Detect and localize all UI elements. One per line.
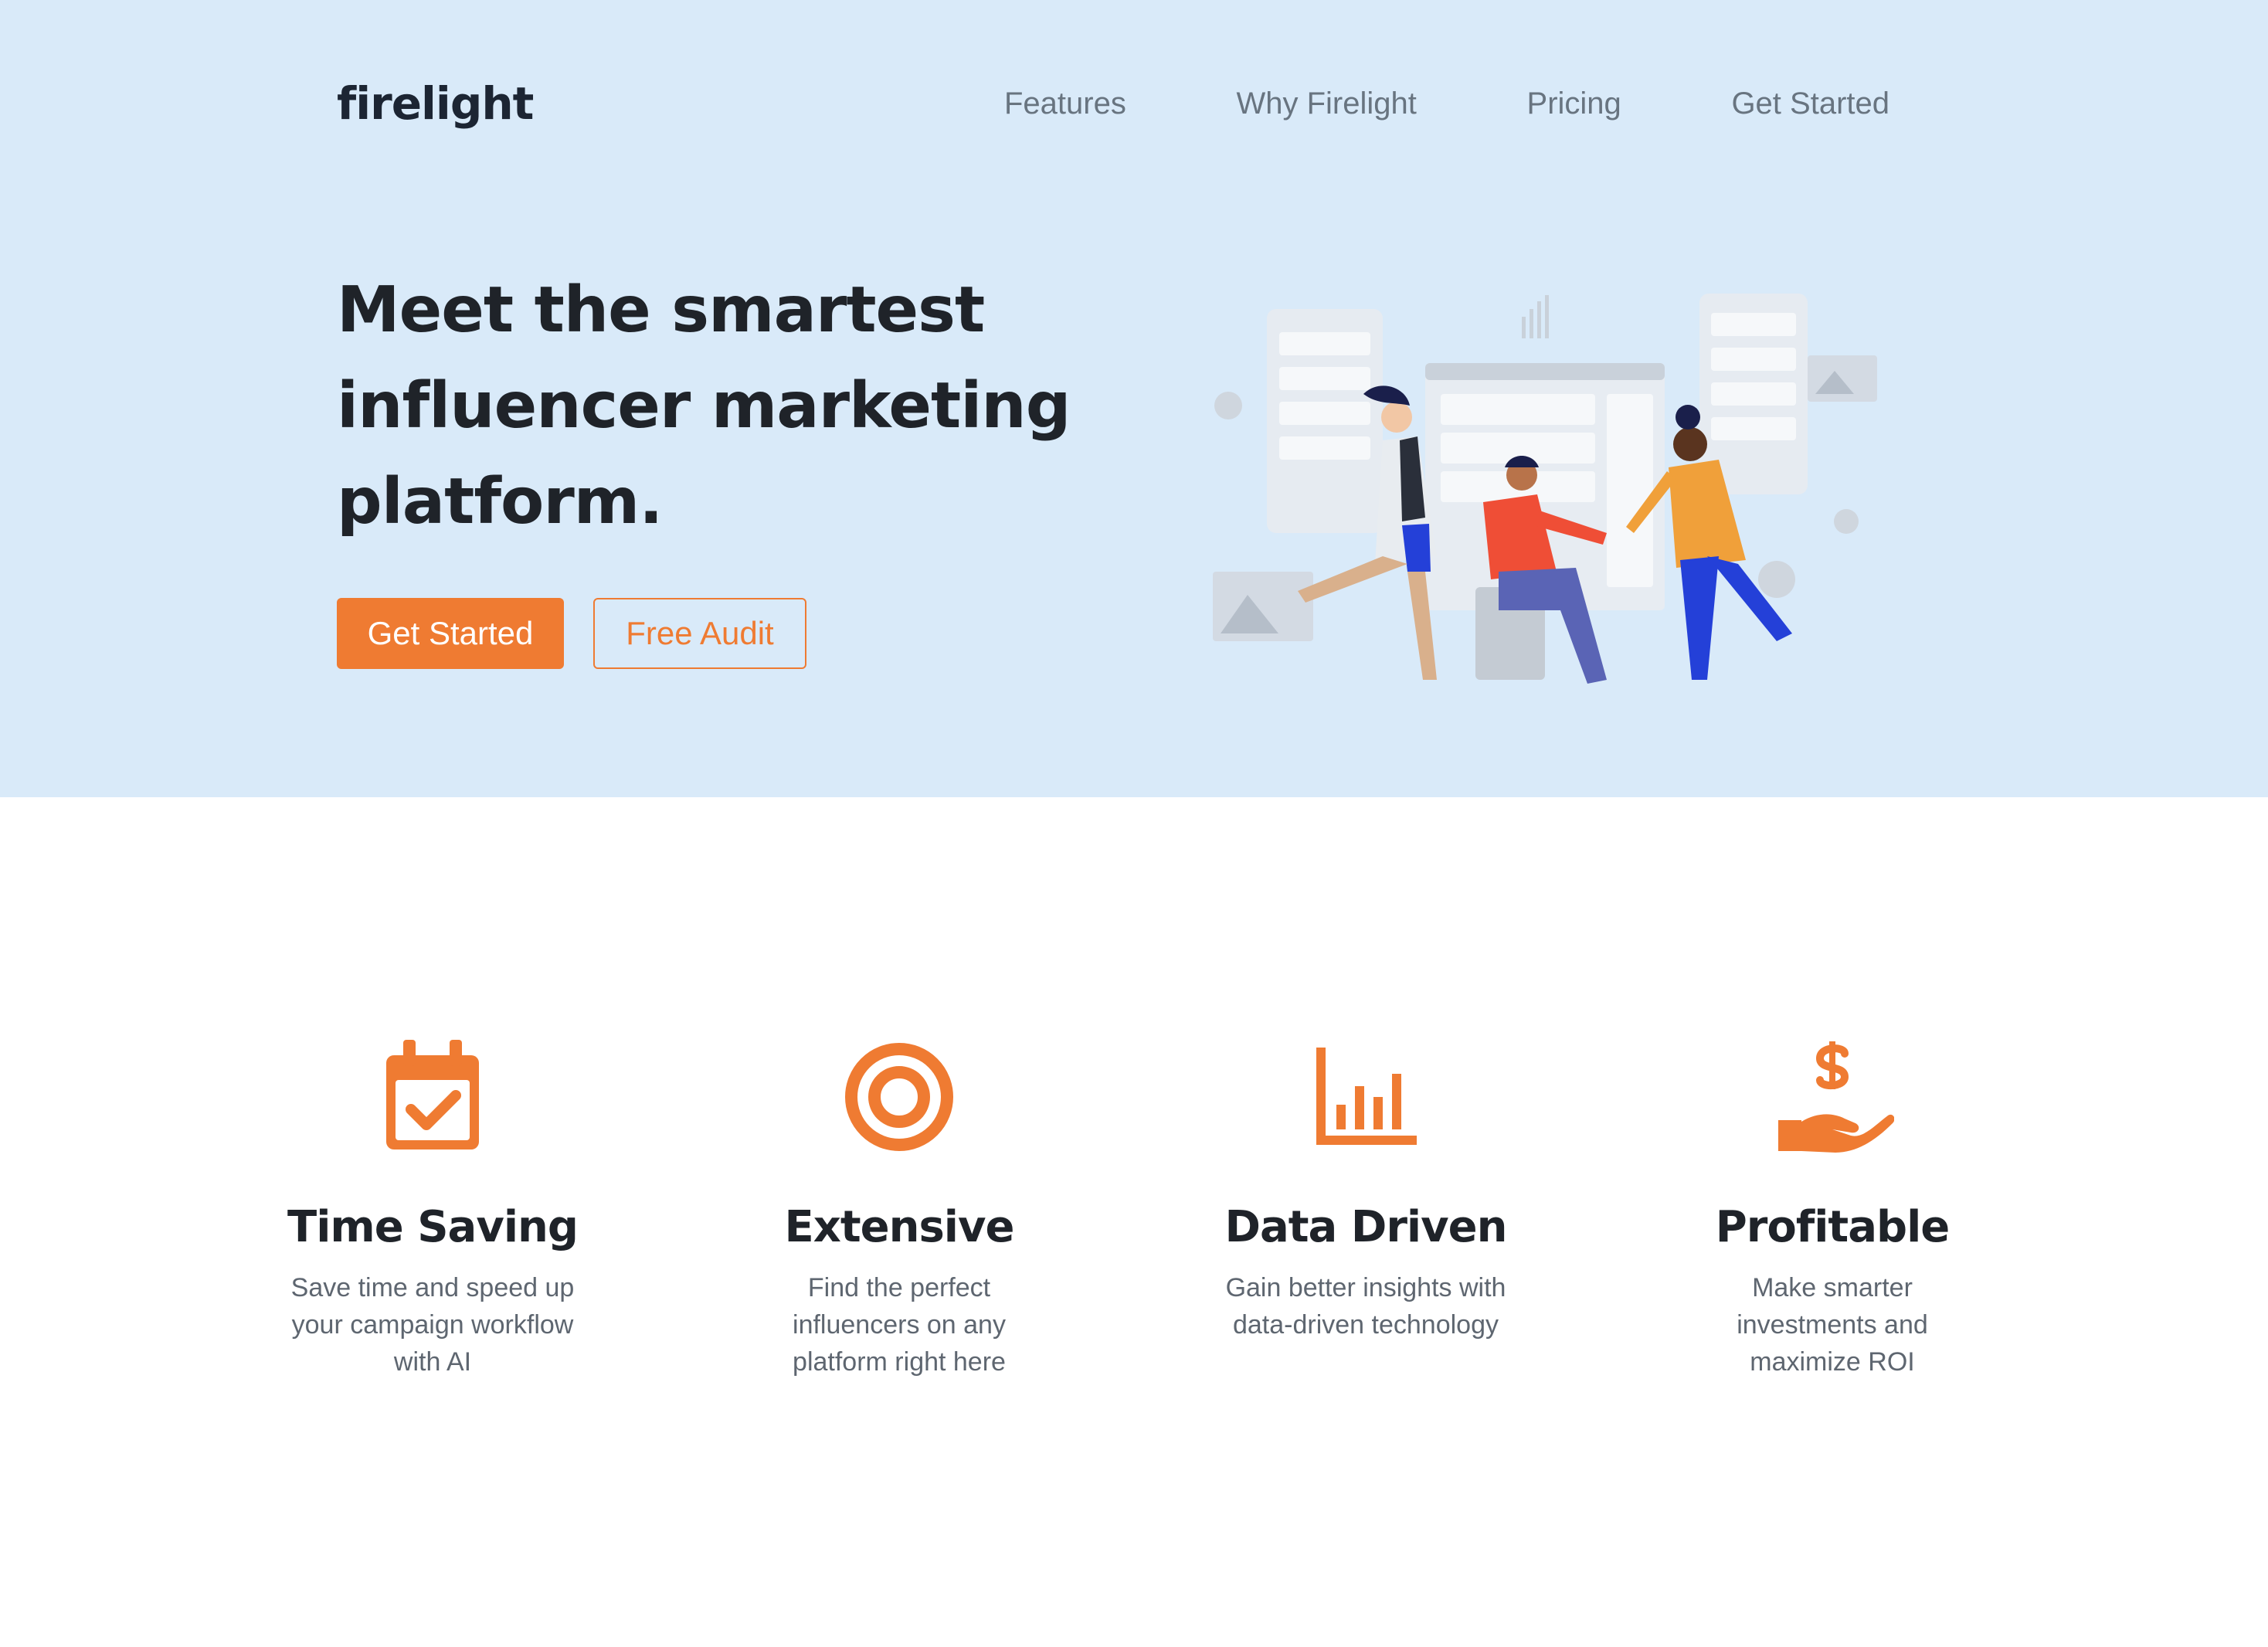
brand-logo[interactable]: firelight [337,77,534,130]
feature-title: Time Saving [287,1202,579,1252]
team-collaboration-illustration [1213,294,1877,684]
calendar-check-icon [386,1040,479,1150]
get-started-button[interactable]: Get Started [337,598,564,669]
nav-item-why-firelight[interactable]: Why Firelight [1237,87,1417,121]
free-audit-button[interactable]: Free Audit [593,598,806,669]
nav-item-get-started[interactable]: Get Started [1731,87,1889,121]
feature-time-saving: Time Saving Save time and speed up your … [232,1035,633,1380]
feature-extensive: Extensive Find the perfect influencers o… [698,1035,1100,1380]
hand-dollar-icon [1778,1041,1894,1153]
nav-item-features[interactable]: Features [1004,87,1126,121]
feature-description: Find the perfect influencers on any plat… [793,1273,1006,1377]
feature-title: Profitable [1715,1202,1951,1252]
hero-section: firelight Features Why Firelight Pricing… [0,0,2268,797]
bar-chart-icon [1316,1048,1417,1145]
feature-title: Data Driven [1224,1202,1508,1252]
hero-headline: Meet the smartest influencer marketing p… [337,273,1071,538]
feature-title: Extensive [784,1202,1014,1252]
target-icon [845,1043,953,1151]
feature-description: Make smarter investments and maximize RO… [1737,1273,1928,1377]
nav-item-pricing[interactable]: Pricing [1527,87,1621,121]
main-nav: Features Why Firelight Pricing Get Start… [1004,87,1889,121]
feature-data-driven: Data Driven Gain better insights with da… [1165,1035,1567,1343]
feature-description: Gain better insights with data-driven te… [1225,1273,1506,1340]
feature-description: Save time and speed up your campaign wor… [290,1273,575,1377]
feature-profitable: Profitable Make smarter investments and … [1631,1035,2033,1380]
